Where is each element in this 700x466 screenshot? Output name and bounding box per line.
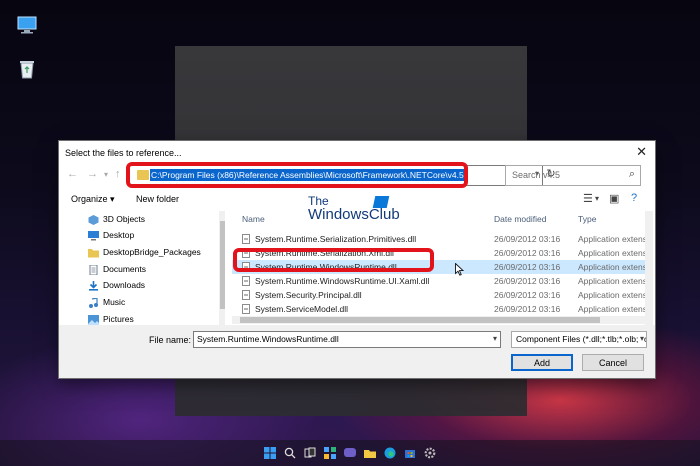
dll-file-icon [242, 234, 250, 244]
file-row[interactable]: System.Runtime.WindowsRuntime.UI.Xaml.dl… [232, 274, 646, 288]
mouse-cursor-icon [455, 262, 465, 279]
nav-pane-scrollbar-thumb[interactable] [220, 221, 225, 309]
nav-pane-scrollbar[interactable] [219, 211, 225, 325]
selected-file-highlight [233, 248, 434, 272]
file-type: Application extension [578, 276, 646, 286]
file-name: System.Security.Principal.dll [255, 290, 362, 300]
cube-icon [88, 214, 99, 225]
nav-item-label: DesktopBridge_Packages [103, 247, 201, 257]
column-header-type[interactable]: Type [578, 212, 596, 226]
search-placeholder: Search v4.5 [512, 170, 561, 180]
file-date: 26/09/2012 03:16 [494, 248, 561, 258]
chevron-down-icon[interactable]: ▾ [493, 334, 497, 343]
file-type-filter-select[interactable]: Component Files (*.dll;*.tlb;*.olb;*.ocx… [511, 331, 647, 348]
file-date: 26/09/2012 03:16 [494, 276, 561, 286]
desktop-icon [88, 230, 99, 241]
search-icon[interactable] [283, 446, 297, 460]
windowsclub-logo-icon [372, 196, 390, 208]
up-arrow-icon[interactable]: ↑ [115, 168, 121, 180]
dll-file-icon [242, 304, 250, 314]
forward-arrow-icon[interactable]: → [87, 168, 98, 180]
folder-icon [88, 247, 99, 258]
nav-item-desktopbridge-packages[interactable]: DesktopBridge_Packages [88, 244, 201, 260]
task-view-icon[interactable] [303, 446, 317, 460]
nav-item-3d-objects[interactable]: 3D Objects [88, 211, 145, 227]
nav-item-pictures[interactable]: Pictures [88, 311, 134, 325]
store-icon[interactable] [403, 446, 417, 460]
file-row[interactable]: System.Security.Principal.dll 26/09/2012… [232, 288, 646, 302]
file-date: 26/09/2012 03:16 [494, 262, 561, 272]
nav-item-label: Desktop [103, 230, 135, 240]
file-date: 26/09/2012 03:16 [494, 234, 561, 244]
new-folder-button[interactable]: New folder [136, 194, 179, 204]
documents-icon [88, 264, 99, 276]
horizontal-scrollbar-thumb[interactable] [240, 317, 600, 323]
column-header-name[interactable]: Name [242, 212, 265, 226]
chevron-down-icon[interactable]: ▾ [637, 334, 644, 343]
column-header-date-modified[interactable]: Date modified [494, 212, 546, 226]
search-box[interactable]: Search v4.5 ⌕ [505, 165, 641, 186]
nav-item-documents[interactable]: Documents [88, 261, 146, 277]
add-button[interactable]: Add [511, 354, 573, 371]
nav-item-label: Pictures [103, 314, 134, 324]
nav-item-downloads[interactable]: Downloads [88, 277, 145, 293]
download-icon [88, 280, 99, 291]
file-list-vertical-scrollbar[interactable] [645, 211, 653, 325]
file-row[interactable]: System.Runtime.Serialization.Primitives.… [232, 232, 646, 246]
dialog-footer: File name: System.Runtime.WindowsRuntime… [59, 325, 655, 378]
dll-file-icon [242, 276, 250, 286]
watermark-line2: WindowsClub [308, 206, 400, 223]
windowsclub-watermark: The WindowsClub [308, 194, 400, 222]
cancel-button[interactable]: Cancel [582, 354, 644, 371]
file-name: System.ServiceModel.dll [255, 304, 349, 314]
navigation-pane: 3D Objects Desktop DesktopBridge_Package… [67, 211, 225, 325]
file-type: Application extension [578, 304, 646, 314]
nav-item-music[interactable]: Music [88, 294, 125, 310]
dll-file-icon [242, 290, 250, 300]
view-options-icon[interactable]: ☰ [583, 192, 593, 205]
view-dropdown-icon[interactable]: ▾ [595, 194, 599, 203]
file-date: 26/09/2012 03:16 [494, 290, 561, 300]
dialog-title: Select the files to reference... [65, 148, 182, 158]
widgets-icon[interactable] [323, 446, 337, 460]
file-row[interactable]: System.ServiceModel.dll 26/09/2012 03:16… [232, 302, 646, 316]
nav-item-desktop[interactable]: Desktop [88, 227, 134, 243]
file-name-label: File name: [149, 335, 192, 345]
start-icon[interactable] [263, 446, 277, 460]
magnifier-icon[interactable]: ⌕ [629, 168, 635, 181]
music-icon [88, 297, 99, 308]
chat-icon[interactable] [343, 446, 357, 460]
pictures-icon [88, 314, 99, 325]
file-type: Application extension [578, 234, 646, 244]
close-icon[interactable]: ✕ [636, 144, 647, 160]
nav-item-label: Documents [103, 264, 146, 274]
file-type: Application extension [578, 290, 646, 300]
file-type-filter-value: Component Files (*.dll;*.tlb;*.olb;*.ocx… [516, 334, 646, 344]
recycle-bin-icon[interactable] [16, 58, 38, 80]
recent-dropdown-icon[interactable]: ▾ [104, 170, 108, 179]
this-pc-icon[interactable] [16, 14, 38, 36]
file-type: Application extension [578, 262, 646, 272]
file-name-value: System.Runtime.WindowsRuntime.dll [197, 334, 339, 344]
address-bar-highlight [126, 162, 468, 188]
settings-icon[interactable] [423, 446, 437, 460]
file-date: 26/09/2012 03:16 [494, 304, 561, 314]
preview-pane-icon[interactable]: ▣ [609, 192, 619, 205]
file-name: System.Runtime.Serialization.Primitives.… [255, 234, 417, 244]
file-name-input[interactable]: System.Runtime.WindowsRuntime.dll ▾ [193, 331, 501, 348]
file-type: Application extension [578, 248, 646, 258]
help-icon[interactable]: ? [631, 192, 637, 204]
organize-button[interactable]: Organize ▾ [71, 194, 115, 205]
edge-icon[interactable] [383, 446, 397, 460]
nav-item-label: 3D Objects [103, 214, 146, 224]
file-list-horizontal-scrollbar[interactable] [232, 316, 646, 324]
back-arrow-icon[interactable]: ← [67, 168, 78, 180]
file-explorer-icon[interactable] [363, 446, 377, 460]
nav-item-label: Downloads [103, 280, 146, 290]
taskbar [0, 440, 700, 466]
nav-item-label: Music [103, 297, 126, 307]
